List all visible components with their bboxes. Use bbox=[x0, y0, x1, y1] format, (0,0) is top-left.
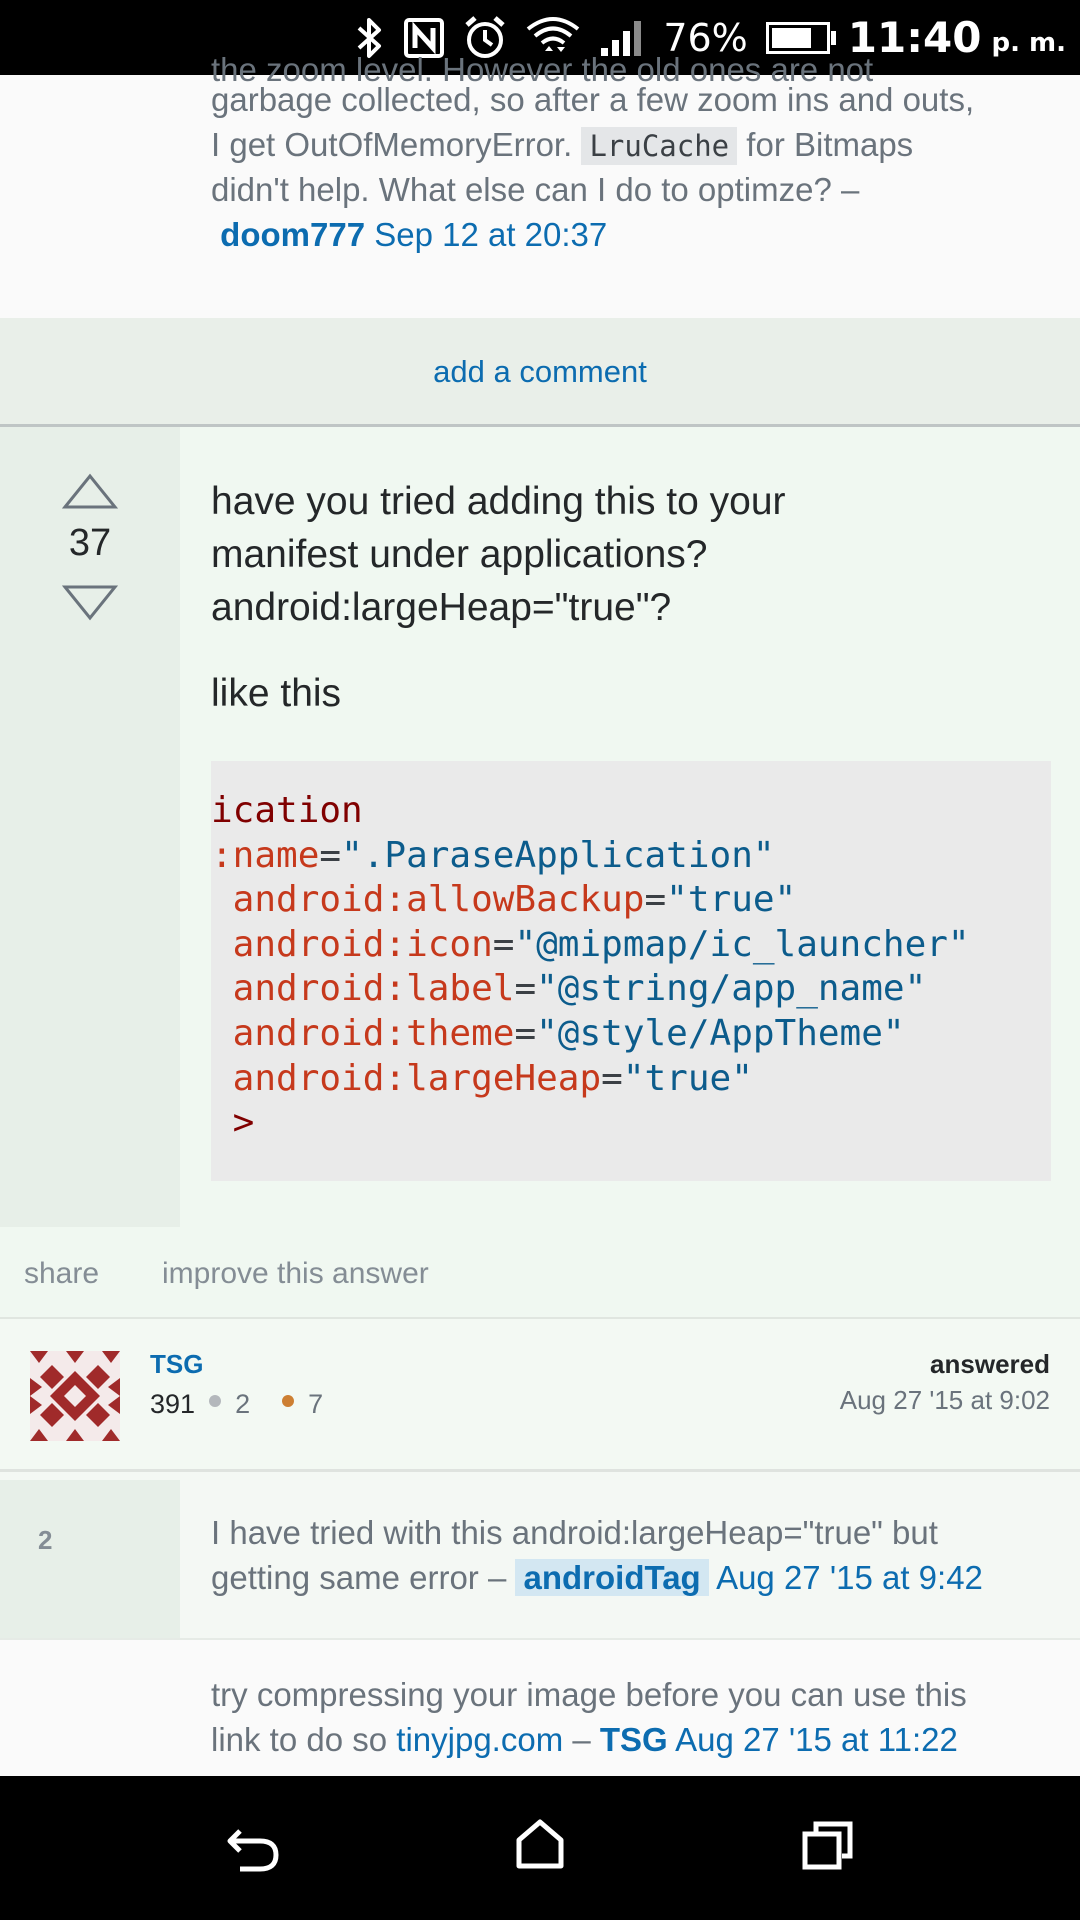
comment-text: for Bitmaps bbox=[746, 126, 914, 163]
back-icon[interactable] bbox=[226, 1821, 282, 1873]
comment-body: I have tried with this android:largeHeap… bbox=[180, 1480, 1080, 1638]
vote-count: 37 bbox=[68, 522, 112, 564]
code-attribute: android:theme bbox=[211, 1012, 515, 1054]
recent-apps-icon[interactable] bbox=[802, 1820, 854, 1870]
comment-user-link[interactable]: TSG bbox=[600, 1721, 668, 1758]
comment-line: try compressing your image before you ca… bbox=[211, 1676, 967, 1713]
answer-comment: 2 I have tried with this android:largeHe… bbox=[0, 1480, 1080, 1638]
answered-date: Aug 27 '15 at 9:02 bbox=[839, 1385, 1050, 1415]
avatar[interactable] bbox=[30, 1351, 120, 1441]
answered-label: answered bbox=[930, 1349, 1050, 1379]
comment-user-link[interactable]: doom777 bbox=[220, 216, 365, 253]
code-attribute: android:allowBackup bbox=[211, 879, 645, 921]
answer-paragraph: like this bbox=[211, 672, 342, 715]
code-value: "true" bbox=[622, 1057, 753, 1099]
code-line: android:icon="@mipmap/ic_launcher" bbox=[211, 923, 970, 968]
comment-line: link to do so tinyjpg.com – TSG Aug 27 '… bbox=[211, 1717, 1061, 1762]
code-equals: = bbox=[514, 968, 537, 1010]
code-value: "@mipmap/ic_launcher" bbox=[514, 923, 970, 965]
code-line: :name=".ParaseApplication" bbox=[211, 834, 970, 879]
question-comment: the zoom level. However the old ones are… bbox=[0, 51, 1080, 318]
comment-line: I have tried with this android:largeHeap… bbox=[211, 1514, 938, 1551]
code-line: android:theme="@style/AppTheme" bbox=[211, 1012, 970, 1057]
code-value: "@style/AppTheme" bbox=[536, 1012, 905, 1054]
code-line: android:largeHeap="true" bbox=[211, 1057, 970, 1102]
code-tag: ication bbox=[211, 790, 363, 831]
code-content: ication:name=".ParaseApplication" androi… bbox=[211, 789, 970, 1146]
code-equals: = bbox=[319, 834, 342, 876]
code-attribute: android:label bbox=[211, 968, 515, 1010]
reputation-score: 391 bbox=[150, 1389, 196, 1419]
code-attribute: android:largeHeap bbox=[211, 1057, 602, 1099]
code-attribute: android:icon bbox=[211, 923, 493, 965]
comment-date-link[interactable]: Sep 12 at 20:37 bbox=[374, 216, 607, 253]
add-comment-bar[interactable]: add a comment bbox=[0, 318, 1080, 427]
comment-dash: – bbox=[572, 1721, 591, 1758]
answer-actions: share improve this answer bbox=[0, 1227, 1080, 1317]
comment-line: I get OutOfMemoryError. LruCache for Bit… bbox=[211, 122, 1061, 169]
downvote-icon[interactable] bbox=[62, 584, 118, 622]
inline-code: LruCache bbox=[581, 127, 738, 165]
add-comment-link[interactable]: add a comment bbox=[0, 354, 1080, 390]
answer-line: manifest under applications? bbox=[211, 533, 708, 576]
comment-line: doom777 Sep 12 at 20:37 bbox=[211, 212, 1061, 257]
comment-user-link[interactable]: androidTag bbox=[515, 1559, 709, 1596]
answer-body: have you tried adding this to your manif… bbox=[180, 427, 1080, 1227]
comment-date-link[interactable]: Aug 27 '15 at 11:22 bbox=[675, 1721, 958, 1758]
code-tag: > bbox=[211, 1102, 255, 1144]
code-line: ication bbox=[211, 789, 970, 834]
code-line: android:allowBackup="true" bbox=[211, 878, 970, 923]
bronze-badge-count: 7 bbox=[308, 1389, 324, 1419]
answer-comment: try compressing your image before you ca… bbox=[0, 1638, 1080, 1778]
bronze-badge-icon bbox=[282, 1394, 295, 1407]
code-block[interactable]: ication:name=".ParaseApplication" androi… bbox=[211, 761, 1051, 1181]
comment-text: getting same error – bbox=[211, 1559, 507, 1596]
code-equals: = bbox=[644, 879, 667, 921]
upvote-icon[interactable] bbox=[62, 472, 118, 510]
user-stats: 391 2 7 bbox=[150, 1389, 323, 1420]
comment-text: link to do so bbox=[211, 1721, 388, 1758]
code-line: > bbox=[211, 1101, 970, 1146]
answer: 37 have you tried adding this to your ma… bbox=[0, 427, 1080, 1227]
navigation-bar bbox=[0, 1776, 1080, 1920]
code-value: "true" bbox=[666, 879, 797, 921]
code-attribute: :name bbox=[211, 834, 320, 876]
comment-score: 2 bbox=[38, 1525, 53, 1555]
code-equals: = bbox=[514, 1012, 537, 1054]
code-equals: = bbox=[492, 923, 515, 965]
answer-line: have you tried adding this to your bbox=[211, 480, 786, 523]
answer-line: android:largeHeap="true"? bbox=[211, 586, 672, 629]
comment-score-column: 2 bbox=[0, 1480, 180, 1638]
silver-badge-icon bbox=[209, 1394, 222, 1407]
code-value: ".ParaseApplication" bbox=[341, 834, 775, 876]
answer-paragraph: have you tried adding this to your manif… bbox=[211, 475, 1061, 634]
code-equals: = bbox=[601, 1057, 623, 1099]
comment-line: garbage collected, so after a few zoom i… bbox=[211, 81, 975, 118]
comment-line: getting same error – androidTag Aug 27 '… bbox=[211, 1555, 1061, 1600]
external-link[interactable]: tinyjpg.com bbox=[396, 1721, 563, 1758]
user-card: TSG 391 2 7 answered Aug 27 '15 at 9:02 bbox=[0, 1317, 1080, 1472]
comment-date-link[interactable]: Aug 27 '15 at 9:42 bbox=[716, 1559, 983, 1596]
share-link[interactable]: share bbox=[24, 1257, 99, 1291]
home-icon[interactable] bbox=[515, 1818, 565, 1870]
code-value: "@string/app_name" bbox=[536, 968, 927, 1010]
silver-badge-count: 2 bbox=[235, 1389, 251, 1419]
code-line: android:label="@string/app_name" bbox=[211, 967, 970, 1012]
improve-answer-link[interactable]: improve this answer bbox=[162, 1257, 429, 1291]
user-name-link[interactable]: TSG bbox=[150, 1349, 203, 1380]
vote-column: 37 bbox=[0, 427, 180, 1227]
comment-line: didn't help. What else can I do to optim… bbox=[211, 171, 860, 208]
comment-text: I get OutOfMemoryError. bbox=[211, 126, 573, 163]
